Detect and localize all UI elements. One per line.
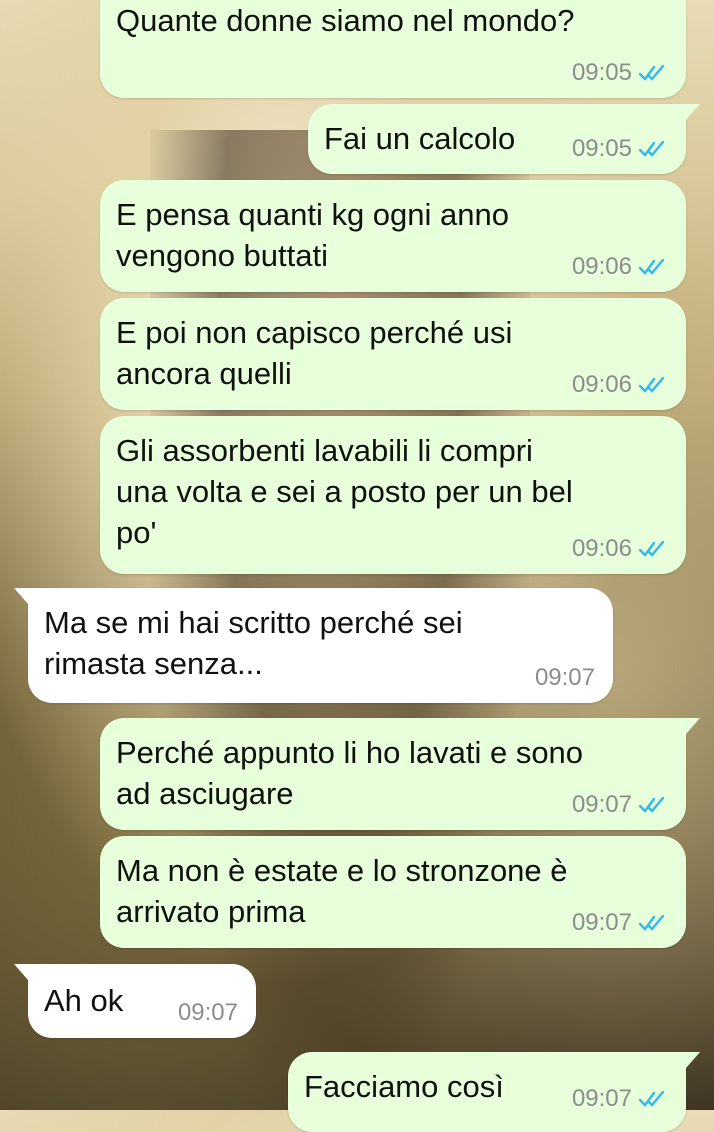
message-bubble-outgoing[interactable]: Perché appunto li ho lavati e sono ad as… xyxy=(100,718,700,830)
double-check-blue-icon xyxy=(638,540,665,557)
double-check-blue-icon xyxy=(638,796,665,813)
message-time: 09:06 xyxy=(571,371,632,398)
message-bubble-outgoing[interactable]: Quante donne siamo nel mondo? 09:05 xyxy=(100,0,686,98)
message-bubble-outgoing[interactable]: E poi non capisco perché usi ancora quel… xyxy=(100,298,686,410)
message-bubble-incoming[interactable]: Ma se mi hai scritto perché sei rimasta … xyxy=(14,588,613,703)
double-check-blue-icon xyxy=(638,376,665,393)
message-time: 09:06 xyxy=(571,253,632,280)
double-check-blue-icon xyxy=(638,1090,665,1107)
message-time: 09:07 xyxy=(571,791,632,818)
message-time: 09:06 xyxy=(571,535,632,562)
message-meta: 09:06 xyxy=(572,254,668,280)
message-time: 09:07 xyxy=(571,909,632,936)
double-check-blue-icon xyxy=(638,64,665,81)
message-meta: 09:06 xyxy=(572,536,668,562)
double-check-blue-icon xyxy=(638,914,665,931)
message-meta: 09:07 xyxy=(572,1086,668,1112)
message-bubble-outgoing[interactable]: E pensa quanti kg ogni anno vengono butt… xyxy=(100,180,686,292)
message-meta: 09:07 xyxy=(535,665,595,691)
message-time: 09:07 xyxy=(571,1085,632,1112)
message-time: 09:05 xyxy=(571,59,632,86)
double-check-blue-icon xyxy=(638,258,665,275)
message-text: Ma se mi hai scritto perché sei rimasta … xyxy=(44,605,463,681)
double-check-blue-icon xyxy=(638,140,665,157)
message-meta: 09:07 xyxy=(572,792,668,818)
message-time: 09:05 xyxy=(571,135,632,162)
message-time: 09:07 xyxy=(177,999,238,1026)
message-text: Quante donne siamo nel mondo? xyxy=(116,3,575,38)
message-bubble-incoming[interactable]: Ah ok 09:07 xyxy=(14,964,256,1038)
message-meta: 09:07 xyxy=(572,910,668,936)
message-meta: 09:06 xyxy=(572,372,668,398)
message-bubble-outgoing[interactable]: Facciamo così 09:07 xyxy=(288,1052,700,1132)
message-bubble-outgoing[interactable]: Ma non è estate e lo stronzone è arrivat… xyxy=(100,836,686,948)
message-meta: 09:05 xyxy=(572,60,668,86)
message-meta: 09:07 xyxy=(178,1000,238,1026)
message-bubble-outgoing[interactable]: Fai un calcolo 09:05 xyxy=(308,104,700,174)
message-bubble-outgoing[interactable]: Gli assorbenti lavabili li compri una vo… xyxy=(100,416,686,574)
message-time: 09:07 xyxy=(534,664,595,691)
message-meta: 09:05 xyxy=(572,136,668,162)
